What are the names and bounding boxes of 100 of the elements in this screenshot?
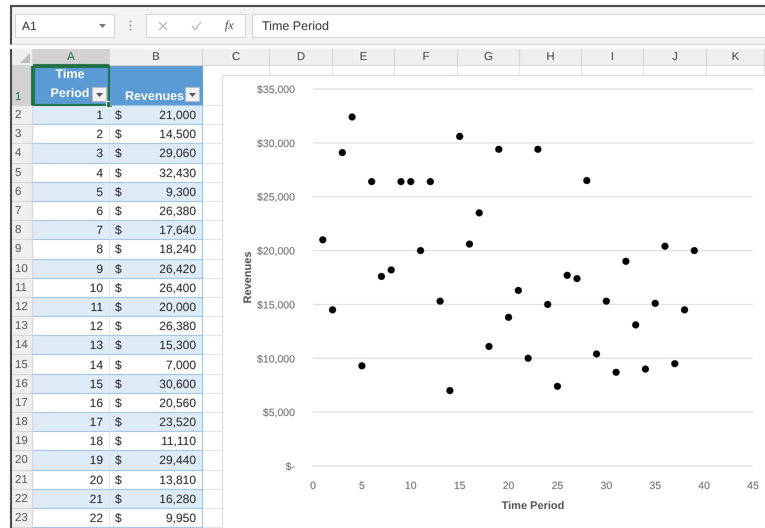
column-header[interactable]: D bbox=[270, 49, 333, 66]
row-header[interactable]: 23 bbox=[12, 508, 33, 528]
data-point bbox=[612, 368, 620, 376]
data-point bbox=[476, 209, 483, 216]
data-point bbox=[671, 360, 678, 368]
caret-icon[interactable] bbox=[99, 24, 106, 28]
data-point bbox=[514, 286, 522, 294]
currency-symbol: $ bbox=[115, 511, 122, 526]
row-header[interactable]: 19 bbox=[12, 432, 33, 452]
row-header[interactable]: 8 bbox=[12, 221, 33, 240]
table-cell: 29,440 bbox=[159, 453, 196, 468]
caret-icon[interactable] bbox=[96, 92, 103, 96]
filter-button[interactable] bbox=[185, 87, 200, 102]
row-header[interactable]: 11 bbox=[12, 278, 33, 298]
axis-label: 5 bbox=[358, 480, 365, 492]
currency-symbol: $ bbox=[115, 434, 122, 448]
data-point bbox=[583, 176, 590, 184]
axis-label: $- bbox=[286, 461, 295, 473]
data-point bbox=[524, 354, 532, 362]
data-point bbox=[407, 178, 414, 186]
data-point bbox=[446, 387, 454, 394]
table-cell: 30,600 bbox=[159, 376, 196, 391]
row-header[interactable]: 9 bbox=[12, 240, 33, 260]
column-header[interactable]: F bbox=[395, 49, 458, 66]
row-header[interactable]: 13 bbox=[12, 317, 33, 336]
column-header[interactable]: E bbox=[333, 49, 395, 66]
data-point bbox=[504, 314, 512, 321]
table-cell: 21 bbox=[33, 490, 110, 509]
axis-label: 45 bbox=[747, 480, 759, 492]
axis-label: 0 bbox=[310, 480, 316, 492]
table-cell: 21,000 bbox=[159, 108, 196, 122]
formula-field[interactable]: Time Period bbox=[252, 14, 765, 38]
currency-symbol: $ bbox=[115, 184, 122, 199]
insert-function-button[interactable]: fx bbox=[224, 18, 234, 33]
row-header[interactable]: 12 bbox=[12, 298, 33, 318]
row-header[interactable]: 18 bbox=[12, 413, 33, 432]
row-header[interactable]: 22 bbox=[12, 490, 33, 509]
table-cell: 9 bbox=[33, 260, 110, 279]
row-header[interactable]: 21 bbox=[12, 470, 33, 490]
currency-symbol: $ bbox=[115, 396, 122, 410]
row-header[interactable]: 14 bbox=[12, 336, 33, 356]
row-header[interactable]: 5 bbox=[12, 164, 33, 183]
row-header[interactable]: 20 bbox=[12, 451, 33, 471]
row-header[interactable]: 7 bbox=[12, 202, 33, 222]
table-cell: 26,400 bbox=[159, 280, 196, 295]
table-cell: 23,520 bbox=[159, 415, 196, 430]
filter-button[interactable] bbox=[92, 87, 107, 102]
column-header[interactable]: G bbox=[458, 49, 520, 66]
data-point bbox=[388, 266, 395, 274]
name-box[interactable]: A1 bbox=[15, 14, 115, 38]
table-cell: 4 bbox=[33, 164, 110, 183]
row-header[interactable]: 10 bbox=[12, 260, 33, 279]
table-cell: 11,110 bbox=[161, 434, 196, 448]
column-header[interactable]: K bbox=[707, 49, 765, 66]
caret-icon[interactable] bbox=[189, 92, 196, 96]
currency-symbol: $ bbox=[115, 338, 122, 352]
data-point bbox=[338, 148, 346, 156]
currency-symbol: $ bbox=[115, 127, 122, 142]
row-header[interactable]: 1 bbox=[12, 66, 33, 106]
data-point bbox=[573, 274, 581, 282]
table-cell: 26,420 bbox=[159, 262, 196, 276]
column-header[interactable]: C bbox=[203, 49, 270, 66]
currency-symbol: $ bbox=[115, 204, 122, 218]
data-point bbox=[358, 362, 366, 370]
column-header[interactable]: J bbox=[644, 49, 707, 66]
row-header[interactable]: 2 bbox=[12, 106, 33, 126]
data-point bbox=[348, 113, 356, 121]
table-cell: 16,280 bbox=[159, 492, 196, 506]
data-point bbox=[328, 306, 336, 314]
currency-symbol: $ bbox=[115, 358, 122, 372]
column-header[interactable]: B bbox=[110, 49, 203, 66]
column-header[interactable]: A bbox=[33, 49, 110, 66]
table-cell: 17,640 bbox=[159, 223, 196, 238]
corner-triangle-icon bbox=[20, 53, 30, 63]
axis-title: Revenues bbox=[242, 252, 254, 304]
row-header[interactable]: 6 bbox=[12, 182, 33, 202]
data-point bbox=[368, 178, 376, 186]
row-header[interactable]: 15 bbox=[12, 355, 33, 375]
axis-label: 15 bbox=[454, 480, 466, 492]
row-header[interactable]: 3 bbox=[12, 125, 33, 144]
table-cell: 6 bbox=[33, 202, 110, 222]
row-header[interactable]: 16 bbox=[12, 374, 33, 394]
axis-label: $25,000 bbox=[257, 192, 295, 204]
currency-symbol: $ bbox=[115, 146, 122, 160]
column-header[interactable]: I bbox=[582, 49, 644, 66]
row-header[interactable]: 17 bbox=[12, 394, 33, 413]
axis-label: 30 bbox=[600, 480, 612, 492]
currency-symbol: $ bbox=[115, 472, 122, 487]
grip-icon bbox=[129, 20, 132, 31]
column-header[interactable]: H bbox=[520, 49, 582, 66]
axis-label: 25 bbox=[552, 480, 564, 492]
table-cell: 10 bbox=[33, 278, 110, 298]
row-header[interactable]: 4 bbox=[12, 144, 33, 164]
currency-symbol: $ bbox=[115, 319, 122, 334]
data-point bbox=[632, 321, 640, 328]
axis-label: $20,000 bbox=[257, 246, 295, 258]
currency-symbol: $ bbox=[115, 262, 122, 276]
currency-symbol: $ bbox=[115, 453, 122, 468]
table-cell: 13 bbox=[33, 336, 110, 356]
axis-label: $10,000 bbox=[257, 353, 295, 366]
